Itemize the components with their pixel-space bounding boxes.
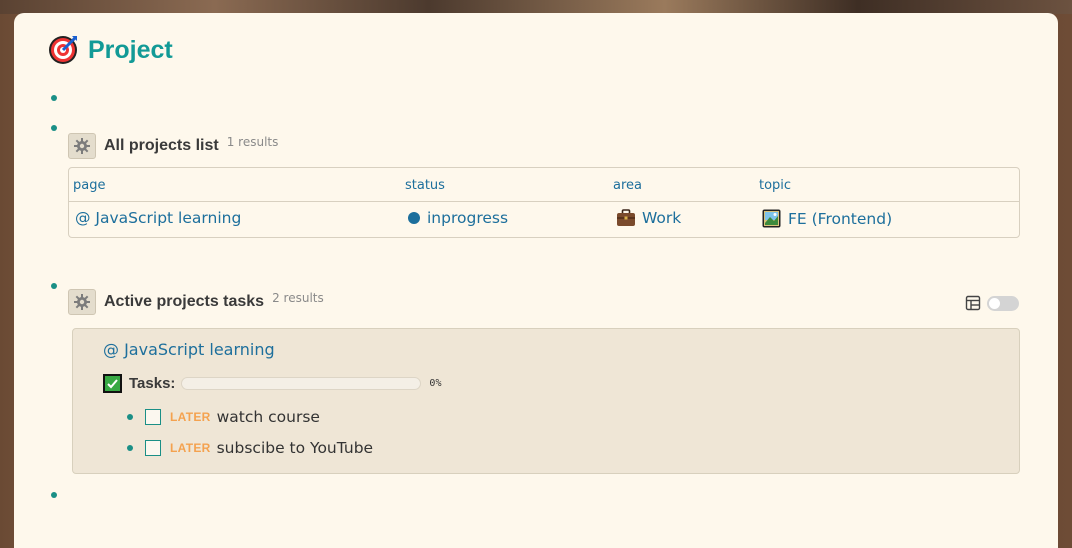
task-group-panel: @ JavaScript learning Tasks: 0% LATER wa… — [72, 328, 1020, 474]
task-text[interactable]: subscibe to YouTube — [217, 439, 373, 457]
framed-picture-icon — [762, 209, 781, 228]
topic-cell[interactable]: FE (Frontend) — [762, 209, 892, 228]
task-text[interactable]: watch course — [217, 408, 320, 426]
block-bullet[interactable] — [51, 125, 57, 131]
switch-knob — [989, 297, 1000, 309]
query-settings-button[interactable] — [68, 289, 96, 315]
topic-link[interactable]: FE (Frontend) — [788, 210, 892, 228]
column-header-topic[interactable]: topic — [759, 178, 791, 193]
column-header-status[interactable]: status — [405, 178, 445, 193]
block-bullet[interactable] — [51, 95, 57, 101]
task-checkbox[interactable] — [145, 440, 161, 456]
target-icon — [48, 35, 78, 65]
block-bullet[interactable] — [127, 445, 133, 451]
desktop-background — [0, 0, 1072, 14]
task-item: LATER watch course — [127, 408, 320, 426]
task-marker[interactable]: LATER — [170, 410, 211, 424]
tasks-progress-bar — [181, 377, 422, 390]
query-header-active-tasks: Active projects tasks 2 results — [68, 289, 324, 315]
gear-icon — [74, 138, 90, 154]
query-result-count: 2 results — [272, 291, 324, 305]
page-card: Project All projects list 1 results page… — [14, 13, 1058, 548]
block-bullet[interactable] — [51, 283, 57, 289]
block-bullet[interactable] — [51, 492, 57, 498]
check-mark-icon — [103, 374, 122, 393]
column-header-page[interactable]: page — [73, 178, 105, 193]
area-cell[interactable]: Work — [616, 209, 681, 227]
page-link[interactable]: @ JavaScript learning — [75, 209, 241, 227]
task-item: LATER subscibe to YouTube — [127, 439, 373, 457]
briefcase-icon — [617, 209, 635, 226]
query-result-count: 1 results — [226, 135, 279, 149]
query-settings-button[interactable] — [68, 133, 96, 159]
table-row: @ JavaScript learning inprogress Work FE… — [69, 202, 1019, 238]
table-icon[interactable] — [965, 295, 981, 311]
task-checkbox[interactable] — [145, 409, 161, 425]
status-link[interactable]: inprogress — [427, 209, 508, 227]
task-group-page-link[interactable]: @ JavaScript learning — [103, 340, 275, 359]
task-marker[interactable]: LATER — [170, 441, 211, 455]
query-header-all-projects: All projects list 1 results — [68, 133, 278, 159]
table-header: page status area topic — [69, 168, 1019, 202]
block-bullet[interactable] — [127, 414, 133, 420]
page-header: Project — [48, 35, 173, 65]
progress-percent: 0% — [429, 378, 442, 389]
status-dot-icon — [408, 212, 420, 224]
tasks-progress-row: Tasks: 0% — [103, 374, 441, 393]
table-view-switch[interactable] — [987, 295, 1019, 311]
page-title[interactable]: Project — [88, 36, 173, 65]
table-view-toggle — [965, 295, 1019, 311]
area-link[interactable]: Work — [642, 209, 681, 227]
query-title: Active projects tasks — [104, 293, 265, 310]
status-cell[interactable]: inprogress — [408, 209, 508, 227]
gear-icon — [74, 294, 90, 310]
column-header-area[interactable]: area — [613, 178, 642, 193]
query-title: All projects list — [104, 137, 219, 154]
query-results-table: page status area topic @ JavaScript lear… — [68, 167, 1020, 238]
tasks-label: Tasks: — [129, 375, 176, 392]
